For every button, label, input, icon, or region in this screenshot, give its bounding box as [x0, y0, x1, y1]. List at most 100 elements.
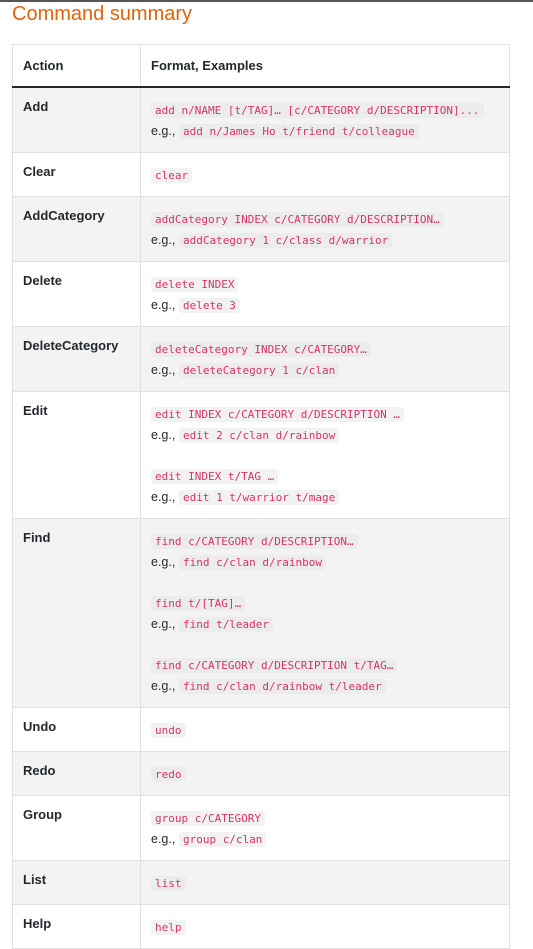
table-row: AddCategory addCategory INDEX c/CATEGORY … — [12, 196, 510, 262]
example-prefix: e.g., — [151, 679, 176, 693]
format-group: add n/NAME [t/TAG]… [c/CATEGORY d/DESCRI… — [151, 100, 499, 142]
example-line: e.g., find c/clan d/rainbow — [151, 552, 499, 573]
example-line: e.g., edit 1 t/warrior t/mage — [151, 487, 499, 508]
example-prefix: e.g., — [151, 233, 176, 247]
format-line: addCategory INDEX c/CATEGORY d/DESCRIPTI… — [151, 209, 499, 230]
format-group: edit INDEX t/TAG … e.g., edit 1 t/warrior… — [151, 466, 499, 508]
action-cell: Group — [12, 795, 141, 861]
table-body: Add add n/NAME [t/TAG]… [c/CATEGORY d/DES… — [12, 86, 510, 949]
format-group: help — [151, 917, 499, 938]
table-row: Redo redo — [12, 751, 510, 796]
format-group: list — [151, 873, 499, 894]
format-group: clear — [151, 165, 499, 186]
format-line: edit INDEX t/TAG … — [151, 466, 499, 487]
example-prefix: e.g., — [151, 490, 176, 504]
format-cell: help — [140, 904, 510, 949]
format-cell: group c/CATEGORY e.g., group c/clan — [140, 795, 510, 861]
action-cell: Add — [12, 86, 141, 153]
format-line: find c/CATEGORY d/DESCRIPTION… — [151, 531, 499, 552]
table-row: Help help — [12, 904, 510, 949]
format-cell: clear — [140, 152, 510, 197]
format-line: group c/CATEGORY — [151, 808, 499, 829]
format-group: redo — [151, 764, 499, 785]
example-line: e.g., delete 3 — [151, 295, 499, 316]
format-cell: add n/NAME [t/TAG]… [c/CATEGORY d/DESCRI… — [140, 86, 510, 153]
example-prefix: e.g., — [151, 555, 176, 569]
command-format: deleteCategory INDEX c/CATEGORY… — [151, 342, 371, 357]
action-cell: DeleteCategory — [12, 326, 141, 392]
command-format: undo — [151, 723, 186, 738]
format-line: find t/[TAG]… — [151, 593, 499, 614]
action-cell: Clear — [12, 152, 141, 197]
command-format: edit INDEX c/CATEGORY d/DESCRIPTION … — [151, 407, 405, 422]
table-row: DeleteCategory deleteCategory INDEX c/CAT… — [12, 326, 510, 392]
table-row: Edit edit INDEX c/CATEGORY d/DESCRIPTION … — [12, 391, 510, 519]
format-group: edit INDEX c/CATEGORY d/DESCRIPTION … e.g… — [151, 404, 499, 446]
action-cell: Help — [12, 904, 141, 949]
command-example: edit 2 c/clan d/rainbow — [178, 428, 340, 443]
command-example: edit 1 t/warrior t/mage — [178, 490, 340, 505]
format-group: find c/CATEGORY d/DESCRIPTION t/TAG… e.g.… — [151, 655, 499, 697]
format-line: help — [151, 917, 499, 938]
example-prefix: e.g., — [151, 363, 176, 377]
action-cell: Find — [12, 518, 141, 708]
table-row: Find find c/CATEGORY d/DESCRIPTION… e.g., … — [12, 518, 510, 708]
format-group: deleteCategory INDEX c/CATEGORY… e.g., de… — [151, 339, 499, 381]
example-line: e.g., addCategory 1 c/class d/warrior — [151, 230, 499, 251]
table-row: Clear clear — [12, 152, 510, 197]
format-line: find c/CATEGORY d/DESCRIPTION t/TAG… — [151, 655, 499, 676]
example-prefix: e.g., — [151, 124, 176, 138]
command-example: delete 3 — [178, 298, 240, 313]
example-prefix: e.g., — [151, 617, 176, 631]
command-format: find c/CATEGORY d/DESCRIPTION… — [151, 534, 358, 549]
table-row: Group group c/CATEGORY e.g., group c/clan — [12, 795, 510, 861]
action-cell: Undo — [12, 707, 141, 752]
table-row: Delete delete INDEX e.g., delete 3 — [12, 261, 510, 327]
example-line: e.g., group c/clan — [151, 829, 499, 850]
format-line: deleteCategory INDEX c/CATEGORY… — [151, 339, 499, 360]
command-example: find c/clan d/rainbow t/leader — [178, 679, 386, 694]
format-line: delete INDEX — [151, 274, 499, 295]
format-cell: addCategory INDEX c/CATEGORY d/DESCRIPTI… — [140, 196, 510, 262]
command-format: find t/[TAG]… — [151, 596, 246, 611]
command-format: edit INDEX t/TAG … — [151, 469, 279, 484]
example-line: e.g., find t/leader — [151, 614, 499, 635]
table-row: Undo undo — [12, 707, 510, 752]
command-example: deleteCategory 1 c/clan — [178, 363, 340, 378]
format-cell: delete INDEX e.g., delete 3 — [140, 261, 510, 327]
format-line: list — [151, 873, 499, 894]
example-line: e.g., add n/James Ho t/friend t/colleagu… — [151, 121, 499, 142]
command-format: add n/NAME [t/TAG]… [c/CATEGORY d/DESCRI… — [151, 103, 484, 118]
format-cell: list — [140, 860, 510, 905]
command-format: help — [151, 920, 186, 935]
command-summary-table: Action Format, Examples Add add n/NAME [t… — [12, 44, 510, 949]
section-heading: Command summary — [12, 3, 193, 25]
format-cell: undo — [140, 707, 510, 752]
format-group: find t/[TAG]… e.g., find t/leader — [151, 593, 499, 635]
format-cell: edit INDEX c/CATEGORY d/DESCRIPTION … e.g… — [140, 391, 510, 519]
command-example: find c/clan d/rainbow — [178, 555, 327, 570]
command-example: add n/James Ho t/friend t/colleague — [178, 124, 419, 139]
command-format: addCategory INDEX c/CATEGORY d/DESCRIPTI… — [151, 212, 444, 227]
format-cell: find c/CATEGORY d/DESCRIPTION… e.g., find… — [140, 518, 510, 708]
example-line: e.g., deleteCategory 1 c/clan — [151, 360, 499, 381]
format-group: addCategory INDEX c/CATEGORY d/DESCRIPTI… — [151, 209, 499, 251]
format-cell: redo — [140, 751, 510, 796]
format-line: undo — [151, 720, 499, 741]
action-cell: Delete — [12, 261, 141, 327]
command-format: clear — [151, 168, 193, 183]
command-example: group c/clan — [178, 832, 267, 847]
command-example: find t/leader — [178, 617, 274, 632]
action-cell: Redo — [12, 751, 141, 796]
example-line: e.g., edit 2 c/clan d/rainbow — [151, 425, 499, 446]
example-prefix: e.g., — [151, 832, 176, 846]
command-format: redo — [151, 767, 186, 782]
column-header-format: Format, Examples — [140, 44, 510, 88]
example-line: e.g., find c/clan d/rainbow t/leader — [151, 676, 499, 697]
format-line: redo — [151, 764, 499, 785]
format-group: undo — [151, 720, 499, 741]
table-header-row: Action Format, Examples — [12, 44, 510, 88]
command-example: addCategory 1 c/class d/warrior — [178, 233, 393, 248]
format-line: clear — [151, 165, 499, 186]
format-group: delete INDEX e.g., delete 3 — [151, 274, 499, 316]
